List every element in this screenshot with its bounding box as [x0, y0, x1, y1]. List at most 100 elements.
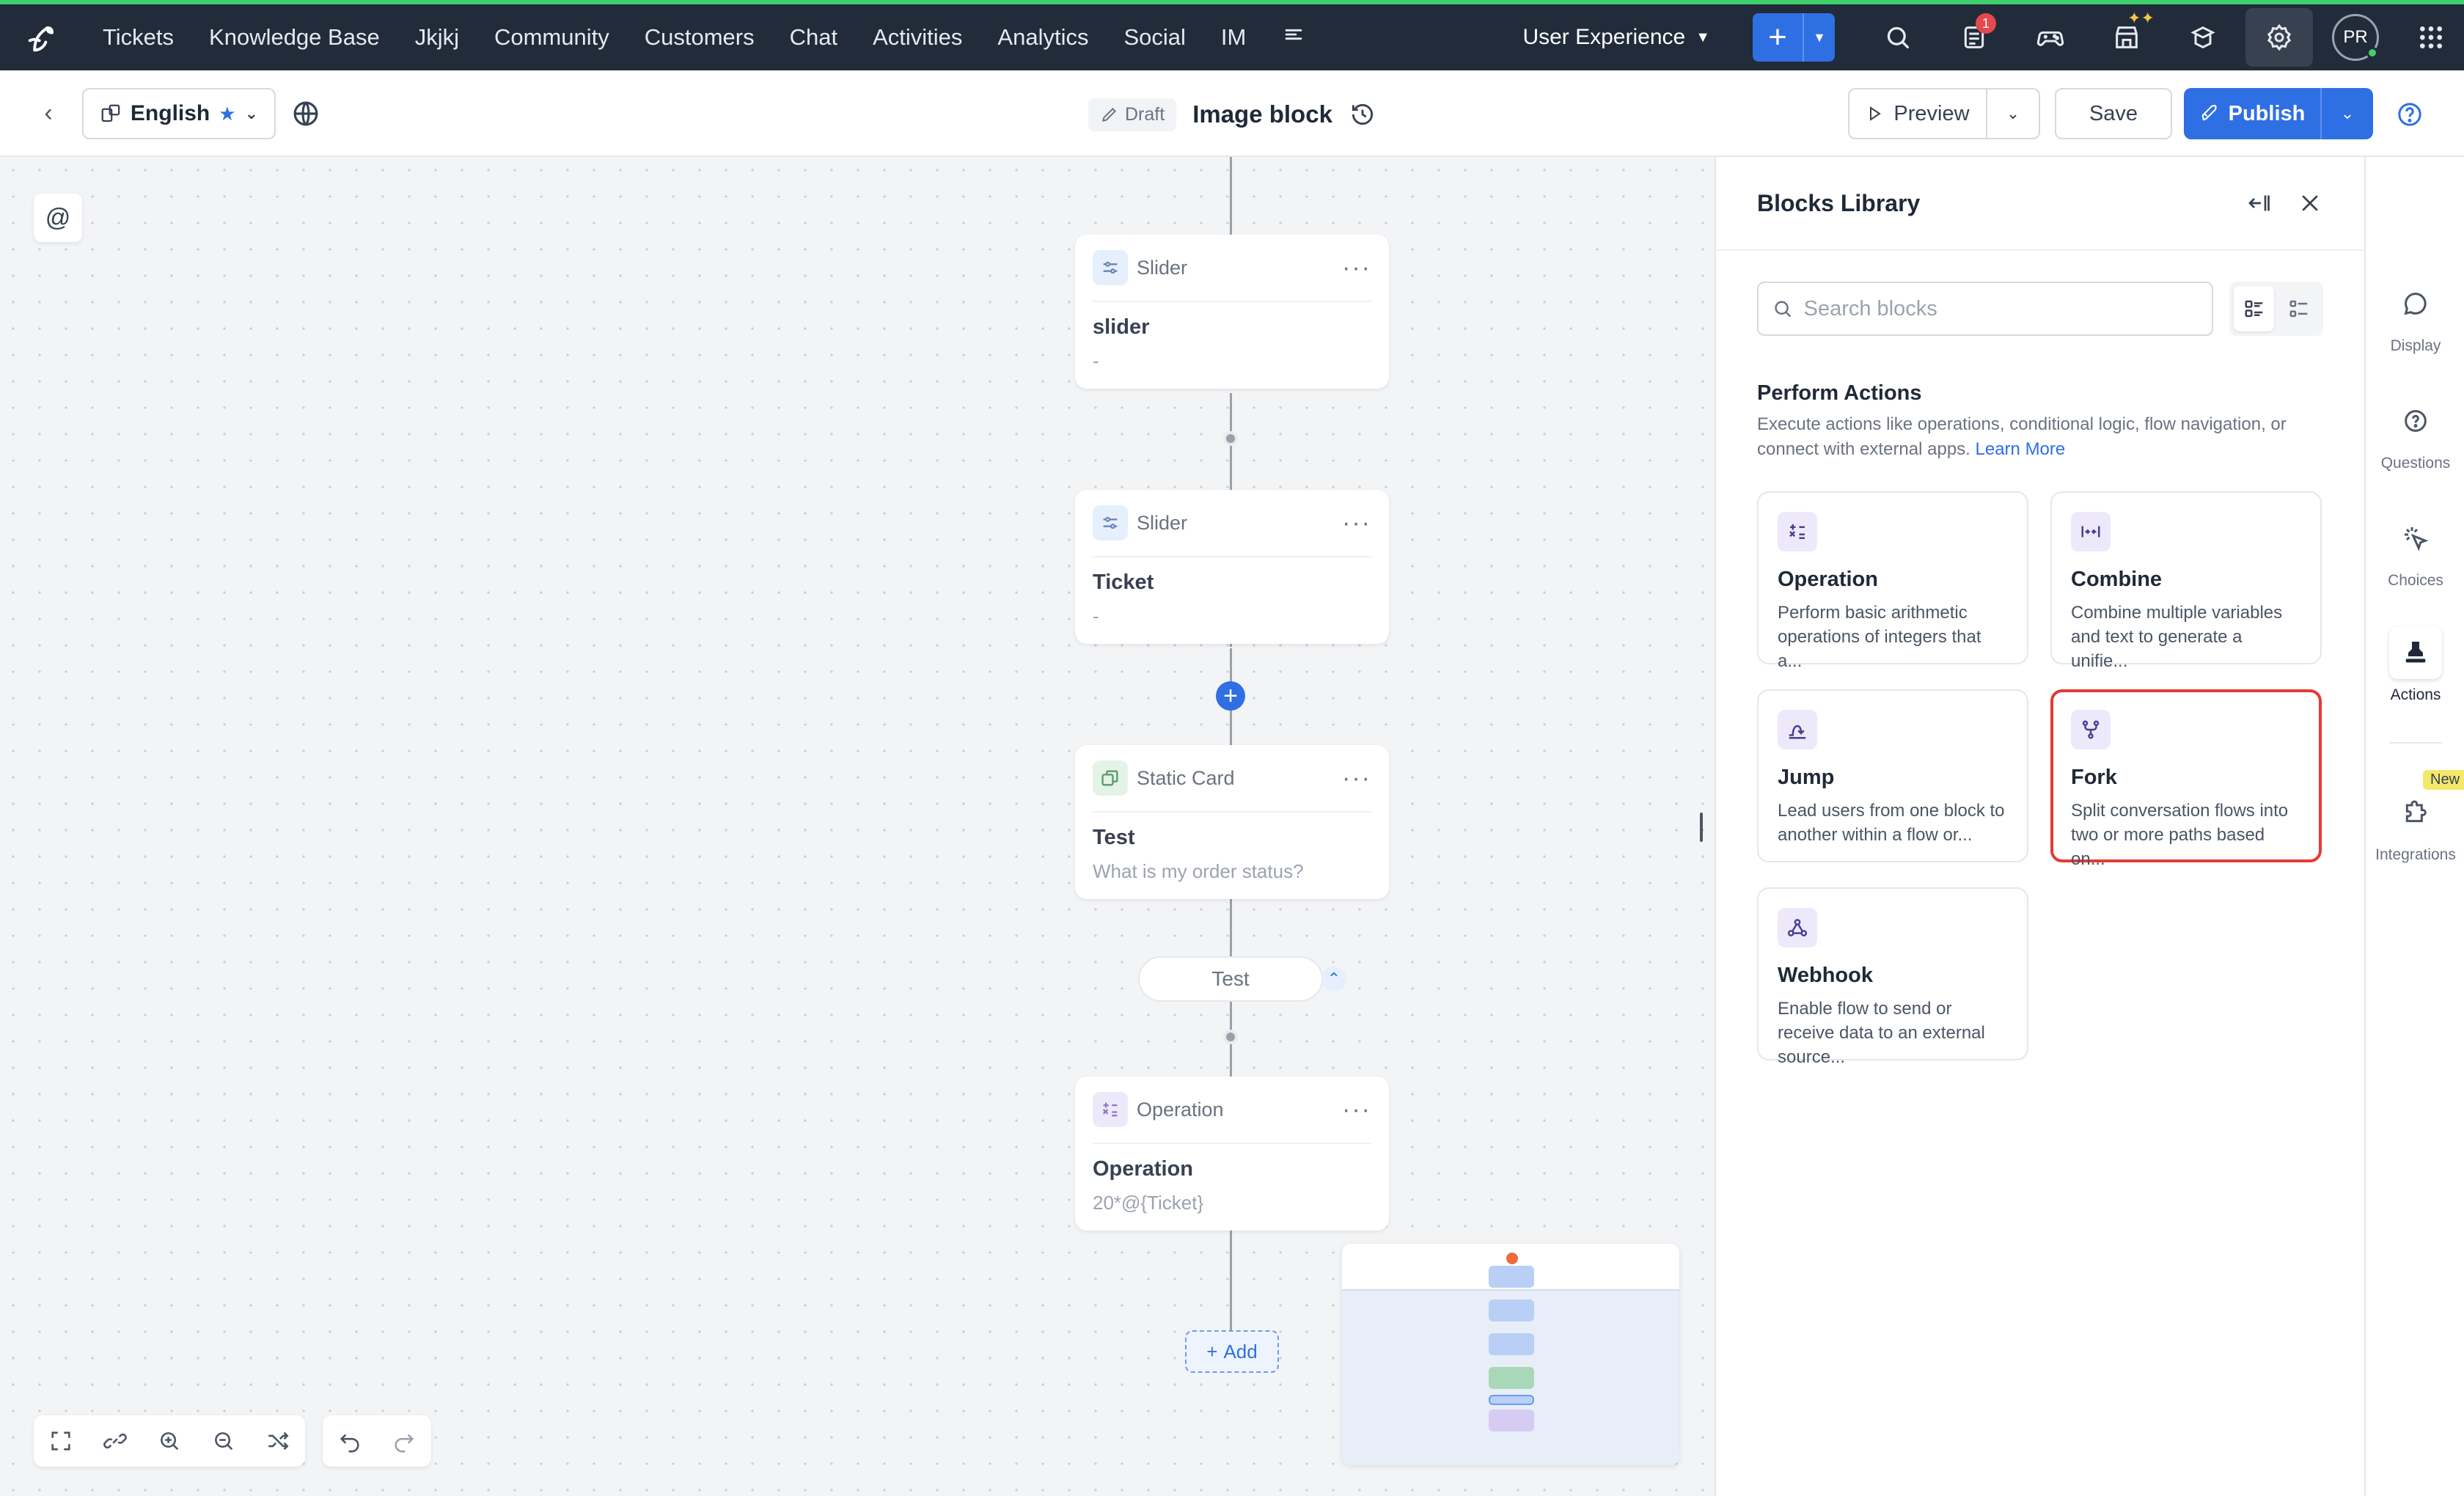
- block-name: Fork: [2071, 766, 2117, 789]
- back-chevron-icon[interactable]: ‹: [32, 97, 65, 129]
- preview-button[interactable]: Preview: [1849, 89, 1987, 138]
- marketplace-icon[interactable]: ✦✦: [2089, 4, 2165, 70]
- user-guide-icon[interactable]: [2165, 4, 2241, 70]
- rail-label: Integrations: [2375, 846, 2456, 863]
- block-card-jump[interactable]: Jump Lead users from one block to anothe…: [1757, 689, 2028, 862]
- search-blocks-input[interactable]: [1803, 296, 2199, 321]
- page-title: Image block: [1192, 100, 1332, 128]
- search-blocks-field[interactable]: [1757, 282, 2213, 336]
- nav-more-icon[interactable]: [1264, 22, 1324, 54]
- block-card-combine[interactable]: Combine Combine multiple variables and t…: [2050, 491, 2322, 671]
- more-options-icon[interactable]: ···: [1342, 509, 1371, 538]
- notifications-icon[interactable]: 1: [1936, 4, 2012, 70]
- nav-knowledge-base[interactable]: Knowledge Base: [191, 4, 397, 70]
- publish-button[interactable]: Publish: [2184, 88, 2322, 139]
- blocks-library-panel: Blocks Library Perform Actions Execute a…: [1715, 157, 2364, 1496]
- department-label: User Experience: [1522, 25, 1686, 49]
- section-description: Execute actions like operations, conditi…: [1757, 412, 2314, 462]
- connector-dot[interactable]: [1223, 1030, 1238, 1044]
- learn-more-link[interactable]: Learn More: [1976, 439, 2066, 459]
- undo-icon[interactable]: [323, 1415, 377, 1467]
- nav-social[interactable]: Social: [1106, 4, 1203, 70]
- more-options-icon[interactable]: ···: [1342, 1096, 1371, 1124]
- rail-item-actions[interactable]: Actions: [2366, 626, 2464, 704]
- redo-icon[interactable]: [377, 1415, 431, 1467]
- flow-canvas[interactable]: @ + Slider ··· slider - Slider ··· Ticke…: [0, 157, 1715, 1496]
- desk-logo-icon[interactable]: [0, 4, 85, 70]
- rail-item-questions[interactable]: Questions: [2366, 395, 2464, 472]
- more-options-icon[interactable]: ···: [1342, 254, 1371, 282]
- nav-jkjkj[interactable]: Jkjkj: [397, 4, 477, 70]
- node-subtitle: What is my order status?: [1093, 860, 1304, 882]
- rail-label: Display: [2390, 337, 2441, 354]
- flow-node-slider[interactable]: Slider ··· Ticket -: [1075, 490, 1389, 644]
- help-icon[interactable]: [2395, 100, 2424, 129]
- nav-community[interactable]: Community: [477, 4, 627, 70]
- jump-icon: [1778, 710, 1817, 749]
- user-avatar[interactable]: PR: [2332, 14, 2379, 61]
- search-icon[interactable]: [1860, 4, 1936, 70]
- rail-item-integrations[interactable]: New Integrations: [2366, 770, 2464, 864]
- canvas-minimap[interactable]: [1342, 1244, 1679, 1465]
- block-card-fork[interactable]: Fork Split conversation flows into two o…: [2050, 689, 2322, 869]
- nav-chat[interactable]: Chat: [772, 4, 855, 70]
- globe-icon[interactable]: [290, 98, 321, 129]
- compact-grid-view-icon[interactable]: [2278, 286, 2319, 331]
- language-selector[interactable]: English ★ ⌄: [82, 88, 276, 139]
- connector-dot[interactable]: [1223, 431, 1238, 446]
- nav-im[interactable]: IM: [1203, 4, 1264, 70]
- department-switcher[interactable]: User Experience ▼: [1522, 25, 1710, 50]
- plus-icon: +: [1206, 1340, 1218, 1363]
- flow-node-static-card[interactable]: Static Card ··· Test What is my order st…: [1075, 745, 1389, 899]
- chat-bubble-icon: [2389, 277, 2442, 330]
- collapse-panel-icon[interactable]: [2245, 190, 2272, 216]
- shuffle-layout-icon[interactable]: [251, 1415, 305, 1467]
- rail-item-choices[interactable]: Choices: [2366, 512, 2464, 590]
- quick-create-button[interactable]: + ▼: [1753, 13, 1835, 62]
- rail-item-display[interactable]: Display: [2366, 277, 2464, 355]
- plus-icon[interactable]: +: [1753, 13, 1804, 62]
- zoom-in-icon[interactable]: [142, 1415, 197, 1467]
- chevron-down-icon[interactable]: ▼: [1804, 13, 1835, 62]
- block-card-operation[interactable]: Operation Perform basic arithmetic opera…: [1757, 491, 2028, 671]
- link-icon[interactable]: [88, 1415, 142, 1467]
- history-icon[interactable]: [1349, 100, 1376, 128]
- close-icon[interactable]: [2297, 190, 2323, 216]
- operation-icon: [1093, 1092, 1128, 1127]
- add-block-plus-icon[interactable]: +: [1216, 681, 1245, 711]
- nav-analytics[interactable]: Analytics: [980, 4, 1106, 70]
- add-block-button[interactable]: + Add: [1185, 1330, 1279, 1373]
- settings-gear-icon[interactable]: [2245, 8, 2313, 67]
- panel-resize-handle[interactable]: [1700, 813, 1703, 842]
- publish-options-chevron-icon[interactable]: ⌄: [2322, 88, 2373, 139]
- view-mode-toggle: [2229, 282, 2323, 336]
- publish-button-group: Publish ⌄: [2184, 88, 2373, 139]
- nav-tickets[interactable]: Tickets: [85, 4, 191, 70]
- chevron-up-icon[interactable]: ⌃: [1321, 967, 1346, 991]
- canvas-toolbar: [34, 1415, 305, 1467]
- publish-label: Publish: [2228, 101, 2306, 125]
- fit-screen-icon[interactable]: [34, 1415, 88, 1467]
- block-name: Operation: [1778, 568, 1878, 591]
- block-name: Combine: [2071, 568, 2163, 591]
- block-card-webhook[interactable]: Webhook Enable flow to send or receive d…: [1757, 887, 2028, 1067]
- gamepad-icon[interactable]: [2012, 4, 2089, 70]
- node-title: Ticket: [1093, 571, 1154, 594]
- nav-customers[interactable]: Customers: [627, 4, 772, 70]
- flow-node-slider[interactable]: Slider ··· slider -: [1075, 235, 1389, 389]
- translate-icon: [101, 104, 120, 122]
- block-description: Perform basic arithmetic operations of i…: [1778, 603, 1981, 671]
- save-button[interactable]: Save: [2055, 88, 2172, 139]
- webhook-icon: [1778, 908, 1817, 947]
- detailed-list-view-icon[interactable]: [2234, 286, 2274, 331]
- node-type-label: Slider: [1137, 511, 1188, 534]
- mention-button[interactable]: @: [34, 194, 82, 242]
- app-grid-icon[interactable]: [2398, 4, 2464, 70]
- more-options-icon[interactable]: ···: [1342, 764, 1371, 793]
- nav-activities[interactable]: Activities: [855, 4, 980, 70]
- flow-node-operation[interactable]: Operation ··· Operation 20*@{Ticket}: [1075, 1077, 1389, 1231]
- choice-pill[interactable]: Test: [1138, 956, 1323, 1002]
- preview-options-chevron-icon[interactable]: ⌄: [1987, 104, 2039, 123]
- zoom-out-icon[interactable]: [197, 1415, 251, 1467]
- block-description: Lead users from one block to another wit…: [1778, 801, 2005, 845]
